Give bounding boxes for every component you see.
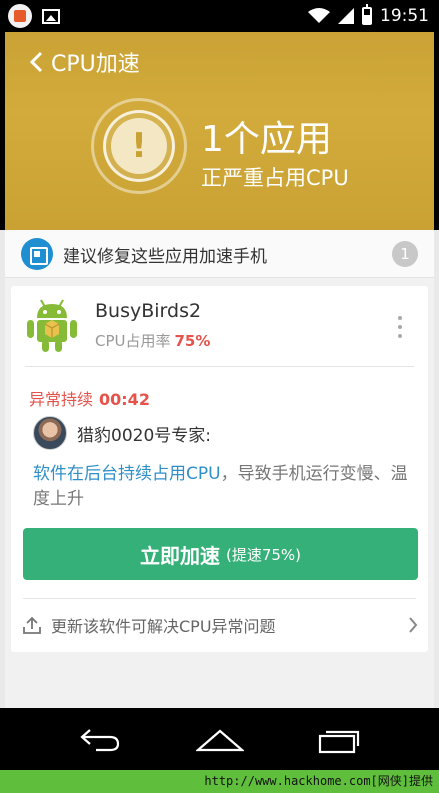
abnormal-duration: 异常持续 00:42 [29,386,150,410]
abnormal-label: 异常持续 [29,390,94,409]
back-button[interactable]: CPU加速 [29,46,140,78]
back-nav-icon[interactable] [78,726,122,752]
navigation-bar [0,708,439,770]
main-panel: 建议修复这些应用加速手机 1 BusyBirds2 CPU占用率 75% 异常持… [5,230,434,708]
update-app-row[interactable]: 更新该软件可解决CPU异常问题 [23,608,418,642]
update-text: 更新该软件可解决CPU异常问题 [51,617,276,636]
boost-button-label: 立即加速 [139,543,220,568]
divider [23,598,416,599]
status-bar: 19:51 [0,0,439,32]
avatar [33,416,67,450]
app-screen: 19:51 CPU加速 ! 1个应用 正严重占用CPU 建议修复这些应用加速手机… [0,0,439,793]
abnormal-time: 00:42 [99,390,150,409]
advice-highlight: 软件在后台持续占用CPU [33,464,221,484]
status-left [8,4,60,28]
exclamation-icon: ! [111,118,167,174]
back-label: CPU加速 [51,52,140,77]
cpu-chip-icon [21,238,53,270]
usage-value: 75% [174,332,211,350]
expert-name: 猎豹0020号专家: [77,425,211,446]
divider [25,366,414,367]
home-nav-icon[interactable] [196,728,244,752]
upload-icon [23,616,41,634]
more-vertical-icon[interactable] [398,316,404,338]
suggestion-bar: 建议修复这些应用加速手机 1 [5,230,434,278]
cpu-boost-header: CPU加速 ! 1个应用 正严重占用CPU [0,32,439,230]
battery-icon [362,4,372,25]
signal-icon [338,8,354,24]
usage-label: CPU占用率 [95,332,171,350]
chevron-right-icon [409,617,418,633]
expert-advice: 软件在后台持续占用CPU，导致手机运行变慢、温度上升 [33,462,418,512]
suggestion-text: 建议修复这些应用加速手机 [63,247,267,267]
app-cpu-usage: CPU占用率 75% [95,330,210,351]
page-title: 1个应用 [201,119,332,160]
page-subtitle: 正严重占用CPU [201,166,349,190]
android-robot-icon [27,299,77,352]
boost-button-sublabel: (提速75%) [225,545,302,564]
recent-apps-icon[interactable] [318,726,362,754]
status-right: 19:51 [308,4,429,28]
app-notification-icon [8,4,32,28]
app-name: BusyBirds2 [95,300,202,322]
alert-graphic: ! [91,98,187,194]
count-badge: 1 [392,241,418,267]
wifi-icon [308,8,330,23]
expert-row: 猎豹0020号专家: [33,416,211,450]
chevron-left-icon [29,51,43,73]
app-card: BusyBirds2 CPU占用率 75% 异常持续 00:42 猎豹0020号专家… [11,286,428,652]
boost-now-button[interactable]: 立即加速 (提速75%) [23,528,418,580]
status-time: 19:51 [380,6,429,26]
watermark: http://www.hackhome.com[网侠]提供 [0,770,439,793]
image-icon [42,8,60,24]
